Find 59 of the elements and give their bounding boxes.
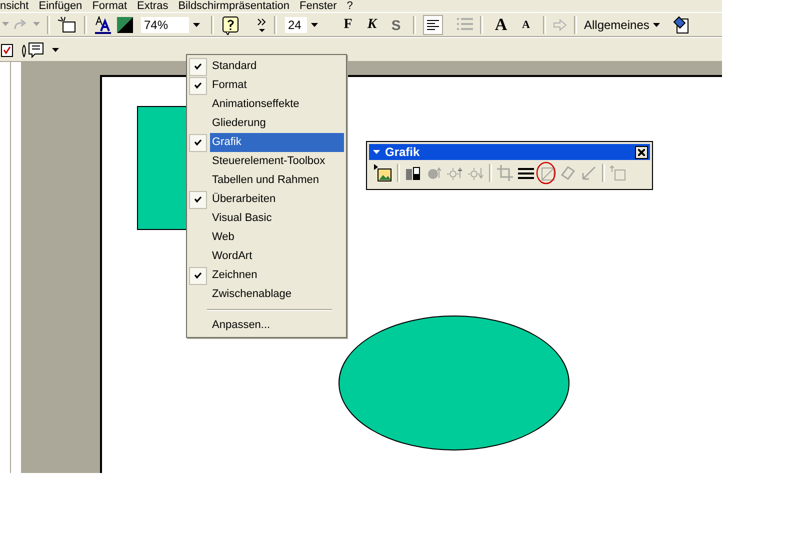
grow-font-button[interactable]: A xyxy=(490,14,512,34)
check-icon xyxy=(194,196,202,203)
menu-item[interactable]: Web xyxy=(210,228,344,247)
menu-item[interactable]: Visual Basic xyxy=(210,209,344,228)
insert-picture-icon[interactable] xyxy=(374,164,392,182)
design-menu[interactable]: Allgemeines xyxy=(584,18,660,32)
caret-icon[interactable] xyxy=(310,22,318,26)
close-icon xyxy=(638,148,645,156)
more-chevron-icon[interactable] xyxy=(257,16,267,32)
caret-icon xyxy=(373,150,380,154)
menu-bar-item[interactable]: Einfügen xyxy=(38,0,82,12)
menu-item[interactable]: WordArt xyxy=(210,247,344,266)
menu-bar-item[interactable]: ? xyxy=(346,0,353,12)
menu-item[interactable]: Anpassen... xyxy=(210,316,344,335)
menu-bar-item[interactable]: Fenster xyxy=(300,0,337,12)
recolor-icon[interactable] xyxy=(560,165,576,181)
caret-icon[interactable] xyxy=(52,48,59,52)
comment-icon[interactable] xyxy=(20,40,46,58)
fill-color-icon[interactable] xyxy=(116,16,134,34)
align-left-button[interactable] xyxy=(423,14,443,34)
menu-item[interactable]: Gliederung xyxy=(210,114,344,133)
new-slide-icon[interactable] xyxy=(57,16,77,34)
check-icon xyxy=(194,139,202,146)
check-icon xyxy=(194,272,202,279)
caret-icon[interactable] xyxy=(192,22,200,26)
menu-bar-item[interactable]: Format xyxy=(92,0,128,12)
bold-button[interactable]: F xyxy=(338,14,358,34)
image-color-icon[interactable] xyxy=(405,165,421,181)
close-button[interactable] xyxy=(635,146,648,158)
menu-bar-item[interactable]: Bildschirmpräsentation xyxy=(178,0,290,12)
font-size-combo[interactable]: 24 xyxy=(284,16,322,34)
menu-item[interactable]: Zeichnen xyxy=(210,266,344,285)
menu-bar-item[interactable]: Extras xyxy=(137,0,168,12)
zoom-combo[interactable]: 74% xyxy=(140,16,204,34)
caret-icon xyxy=(653,22,660,26)
italic-button[interactable]: K xyxy=(362,14,382,34)
check-icon xyxy=(194,63,202,70)
menu-item[interactable]: Tabellen und Rahmen xyxy=(210,171,344,190)
font-color-icon[interactable] xyxy=(94,16,112,34)
menu-item[interactable]: Zwischenablage xyxy=(210,285,344,304)
menu-item[interactable]: Überarbeiten xyxy=(210,190,344,209)
shadow-button[interactable]: S xyxy=(386,14,406,34)
menu-item[interactable]: Format xyxy=(210,76,344,95)
menu-bar-item[interactable]: nsicht xyxy=(0,0,29,12)
menu-item[interactable]: Animationseffekte xyxy=(210,95,344,114)
shrink-font-button[interactable]: A xyxy=(516,14,536,34)
align-left-icon xyxy=(427,20,439,30)
paint-bucket-icon[interactable] xyxy=(672,16,690,34)
line-style-icon[interactable] xyxy=(518,165,534,181)
toolbar-title: Grafik xyxy=(385,145,420,159)
annotation-circle-mark xyxy=(535,161,557,185)
menu-item[interactable]: Standard xyxy=(210,57,344,76)
help-icon[interactable] xyxy=(221,14,241,34)
menu-item[interactable]: Grafik xyxy=(210,133,344,152)
checklist-icon[interactable] xyxy=(1,42,14,56)
check-icon xyxy=(194,82,202,89)
ellipse-shape[interactable] xyxy=(338,314,570,452)
menu-item[interactable]: Steuerelement-Toolbox xyxy=(210,152,344,171)
compress-picture-icon[interactable] xyxy=(539,165,555,181)
